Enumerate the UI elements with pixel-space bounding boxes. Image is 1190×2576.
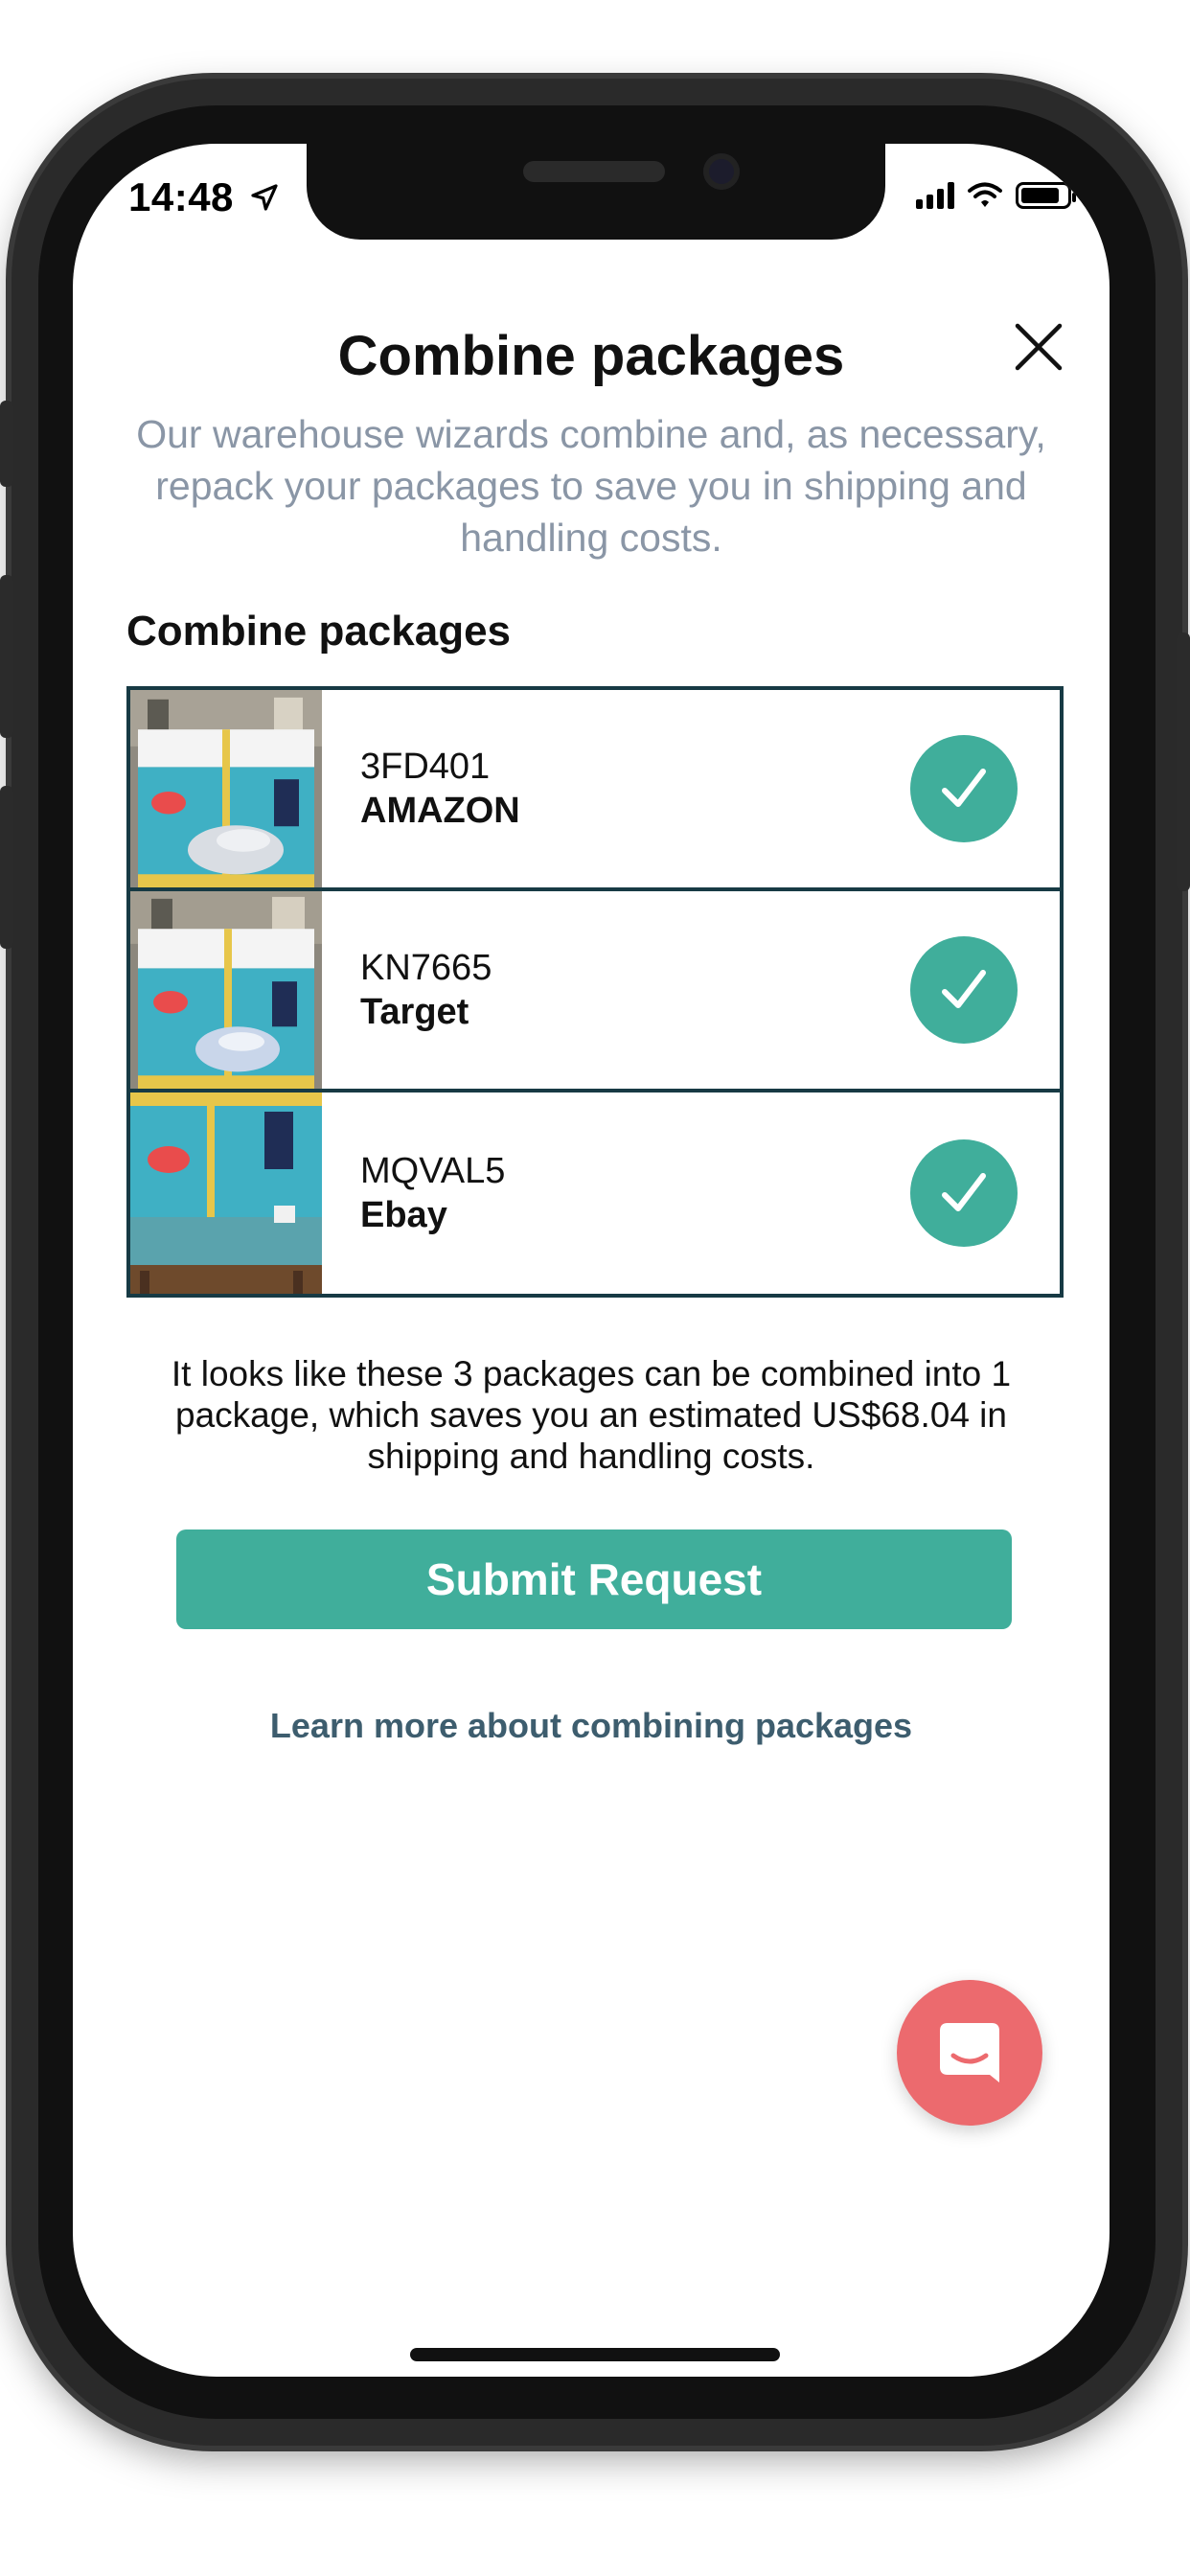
package-info: KN7665 Target — [360, 946, 910, 1034]
checkmark-icon — [942, 1173, 986, 1211]
modal-title: Combine packages — [337, 325, 845, 387]
home-indicator[interactable] — [410, 2348, 780, 2361]
package-info: 3FD401 AMAZON — [360, 745, 910, 833]
package-store: Ebay — [360, 1195, 447, 1235]
battery-level-fill — [1021, 188, 1060, 203]
submit-request-button[interactable]: Submit Request — [176, 1530, 1012, 1629]
package-code: MQVAL5 — [360, 1151, 506, 1191]
package-photo — [130, 1092, 322, 1294]
volume-up-button — [0, 575, 13, 738]
chat-icon — [940, 2023, 999, 2082]
package-photo — [130, 690, 322, 887]
cellular-signal-icon — [916, 182, 954, 209]
volume-down-button — [0, 786, 13, 949]
package-code: KN7665 — [360, 948, 492, 988]
speaker-grille — [523, 161, 665, 182]
package-photo — [130, 891, 322, 1089]
package-row[interactable]: 3FD401 AMAZON — [130, 690, 1060, 891]
package-code: 3FD401 — [360, 747, 491, 787]
package-row[interactable]: KN7665 Target — [130, 891, 1060, 1092]
status-time-text: 14:48 — [128, 174, 234, 219]
screen: 14:48 Combine packages Our warehouse wiz… — [73, 144, 1110, 2377]
chat-button[interactable] — [897, 1980, 1042, 2126]
package-store: AMAZON — [360, 791, 520, 831]
package-checkbox[interactable] — [910, 1139, 1018, 1247]
package-row[interactable]: MQVAL5 Ebay — [130, 1092, 1060, 1294]
package-store: Target — [360, 992, 469, 1032]
package-info: MQVAL5 Ebay — [360, 1149, 910, 1237]
front-camera — [703, 153, 740, 190]
package-checkbox[interactable] — [910, 735, 1018, 842]
checkmark-icon — [942, 769, 986, 807]
status-time: 14:48 — [128, 174, 280, 220]
section-title: Combine packages — [126, 608, 512, 655]
checkmark-icon — [942, 970, 986, 1008]
savings-message: It looks like these 3 packages can be co… — [171, 1354, 1012, 1476]
modal-subtitle: Our warehouse wizards combine and, as ne… — [136, 412, 1046, 560]
power-button — [1177, 632, 1190, 891]
location-arrow-icon — [251, 184, 278, 211]
mute-switch — [0, 401, 13, 487]
battery-icon — [1016, 182, 1076, 209]
package-list: 3FD401 AMAZON KN7665 Target MQVAL5 Ebay — [126, 686, 1064, 1298]
wifi-icon — [968, 182, 1002, 207]
status-icons — [916, 182, 1076, 209]
notch — [307, 144, 885, 240]
package-checkbox[interactable] — [910, 936, 1018, 1044]
learn-more-link[interactable]: Learn more about combining packages — [73, 1706, 1110, 1746]
